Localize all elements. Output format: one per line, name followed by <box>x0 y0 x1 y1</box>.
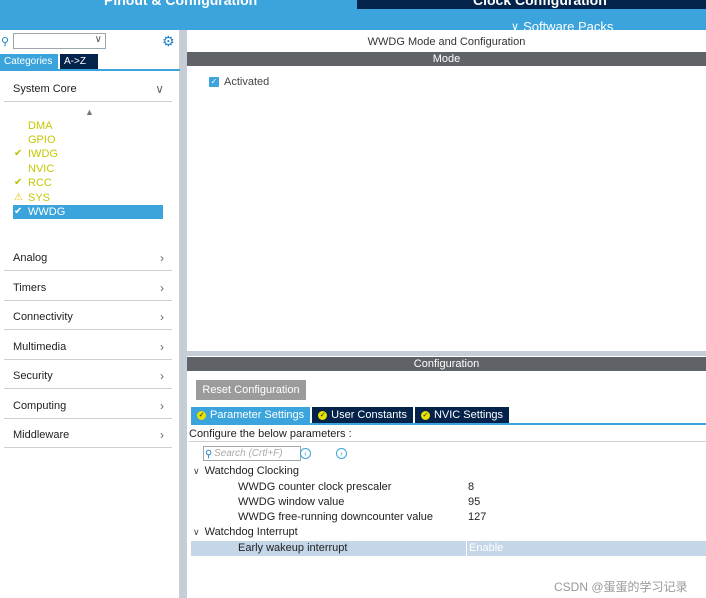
tab-categories[interactable]: Categories <box>0 54 58 69</box>
check-circle-icon: ✓ <box>197 410 206 420</box>
chevron-right-icon: › <box>160 339 164 354</box>
check-icon: ✔ <box>14 177 23 188</box>
section-middleware[interactable]: Middleware › <box>4 422 172 448</box>
next-match-icon[interactable]: › <box>336 448 347 459</box>
core-item-iwdg[interactable]: ✔ IWDG <box>13 147 163 161</box>
sort-icon[interactable]: ▲ <box>85 107 94 117</box>
search-icon: ⚲ <box>1 36 10 48</box>
category-search-row: ⚲ ∨ ⚙ <box>0 32 180 50</box>
section-system-core[interactable]: System Core ∨ <box>4 76 172 102</box>
parameter-search-input[interactable]: Search (Crtl+F) <box>203 446 301 461</box>
check-circle-icon: ✓ <box>420 410 430 420</box>
chevron-down-icon[interactable]: ∨ <box>95 34 102 45</box>
left-panel: ⚲ ∨ ⚙ Categories A->Z System Core ∨ ▲ DM… <box>0 30 180 598</box>
section-analog[interactable]: Analog › <box>4 245 172 271</box>
previous-match-icon[interactable]: ‹ <box>300 448 311 459</box>
reset-configuration-button[interactable]: Reset Configuration <box>196 380 306 400</box>
configuration-header: Configuration <box>187 357 706 371</box>
activated-label: Activated <box>224 76 270 88</box>
software-packs-label: Software Packs <box>523 19 614 34</box>
splitter-handle[interactable] <box>187 351 706 356</box>
tab-parameter-settings[interactable]: ✓ Parameter Settings <box>191 407 311 423</box>
tab-nvic-settings[interactable]: ✓ NVIC Settings <box>414 407 510 423</box>
group-watchdog-clocking[interactable]: ∨ Watchdog Clocking <box>193 465 299 477</box>
chevron-down-icon: ∨ <box>193 465 200 476</box>
divider <box>189 441 706 442</box>
mode-header: Mode <box>187 52 706 66</box>
section-computing[interactable]: Computing › <box>4 393 172 419</box>
group-watchdog-interrupt[interactable]: ∨ Watchdog Interrupt <box>193 526 298 538</box>
tab-underline <box>191 423 706 425</box>
top-tab-bar: Pinout & Configuration Clock Configurati… <box>0 0 706 9</box>
core-item-rcc[interactable]: ✔ RCC <box>13 176 163 190</box>
chevron-right-icon: › <box>160 427 164 442</box>
section-timers[interactable]: Timers › <box>4 275 172 301</box>
checkbox-checked-icon[interactable]: ✓ <box>209 77 219 87</box>
tab-user-constants[interactable]: ✓ User Constants <box>312 407 413 423</box>
section-multimedia[interactable]: Multimedia › <box>4 334 172 360</box>
category-search-combo[interactable]: ∨ <box>13 33 106 49</box>
software-packs-bar: ∨ Software Packs <box>0 9 706 34</box>
chevron-right-icon: › <box>160 250 164 265</box>
chevron-down-icon: ∨ <box>511 21 520 33</box>
gear-icon[interactable]: ⚙ <box>162 33 175 50</box>
check-icon: ✔ <box>14 148 23 159</box>
tab-a-to-z[interactable]: A->Z <box>60 54 98 69</box>
chevron-right-icon: › <box>160 368 164 383</box>
category-tabs: Categories A->Z <box>0 54 98 69</box>
section-security[interactable]: Security › <box>4 363 172 389</box>
page-title: WWDG Mode and Configuration <box>367 36 526 48</box>
chevron-right-icon: › <box>160 309 164 324</box>
params-instructions: Configure the below parameters : <box>189 428 352 440</box>
software-packs-menu[interactable]: ∨ Software Packs <box>511 19 613 34</box>
section-label: System Core <box>13 82 77 95</box>
chevron-right-icon: › <box>160 280 164 295</box>
check-circle-icon: ✓ <box>318 410 328 420</box>
param-row[interactable]: WWDG window value 95 <box>191 495 706 510</box>
param-row[interactable]: WWDG free-running downcounter value 127 <box>191 510 706 525</box>
check-icon: ✔ <box>14 206 23 217</box>
tab-underline <box>0 69 180 71</box>
core-item-nvic[interactable]: NVIC <box>13 162 163 176</box>
chevron-down-icon: ∨ <box>193 526 200 537</box>
chevron-down-icon: ∨ <box>155 81 164 96</box>
parameter-tabs: ✓ Parameter Settings ✓ User Constants ✓ NVI… <box>191 407 510 423</box>
core-item-wwdg[interactable]: ✔ WWDG <box>13 205 163 219</box>
activated-checkbox[interactable]: ✓ Activated <box>209 76 269 88</box>
chevron-right-icon: › <box>160 398 164 413</box>
core-item-sys[interactable]: ⚠ SYS <box>13 191 163 205</box>
warning-icon: ⚠ <box>14 192 23 203</box>
core-item-dma[interactable]: DMA <box>13 119 163 133</box>
watermark: CSDN @蛋蛋的学习记录 <box>554 580 688 594</box>
param-row[interactable]: WWDG counter clock prescaler 8 <box>191 480 706 495</box>
search-icon: ⚲ <box>205 449 213 460</box>
core-item-gpio[interactable]: GPIO <box>13 133 163 147</box>
tab-pinout-configuration[interactable]: Pinout & Configuration <box>0 0 356 9</box>
param-row-selected[interactable]: Early wakeup interrupt Enable <box>191 541 706 556</box>
panel-divider[interactable] <box>180 30 187 598</box>
tab-clock-configuration[interactable]: Clock Configuration <box>357 0 706 9</box>
section-connectivity[interactable]: Connectivity › <box>4 304 172 330</box>
